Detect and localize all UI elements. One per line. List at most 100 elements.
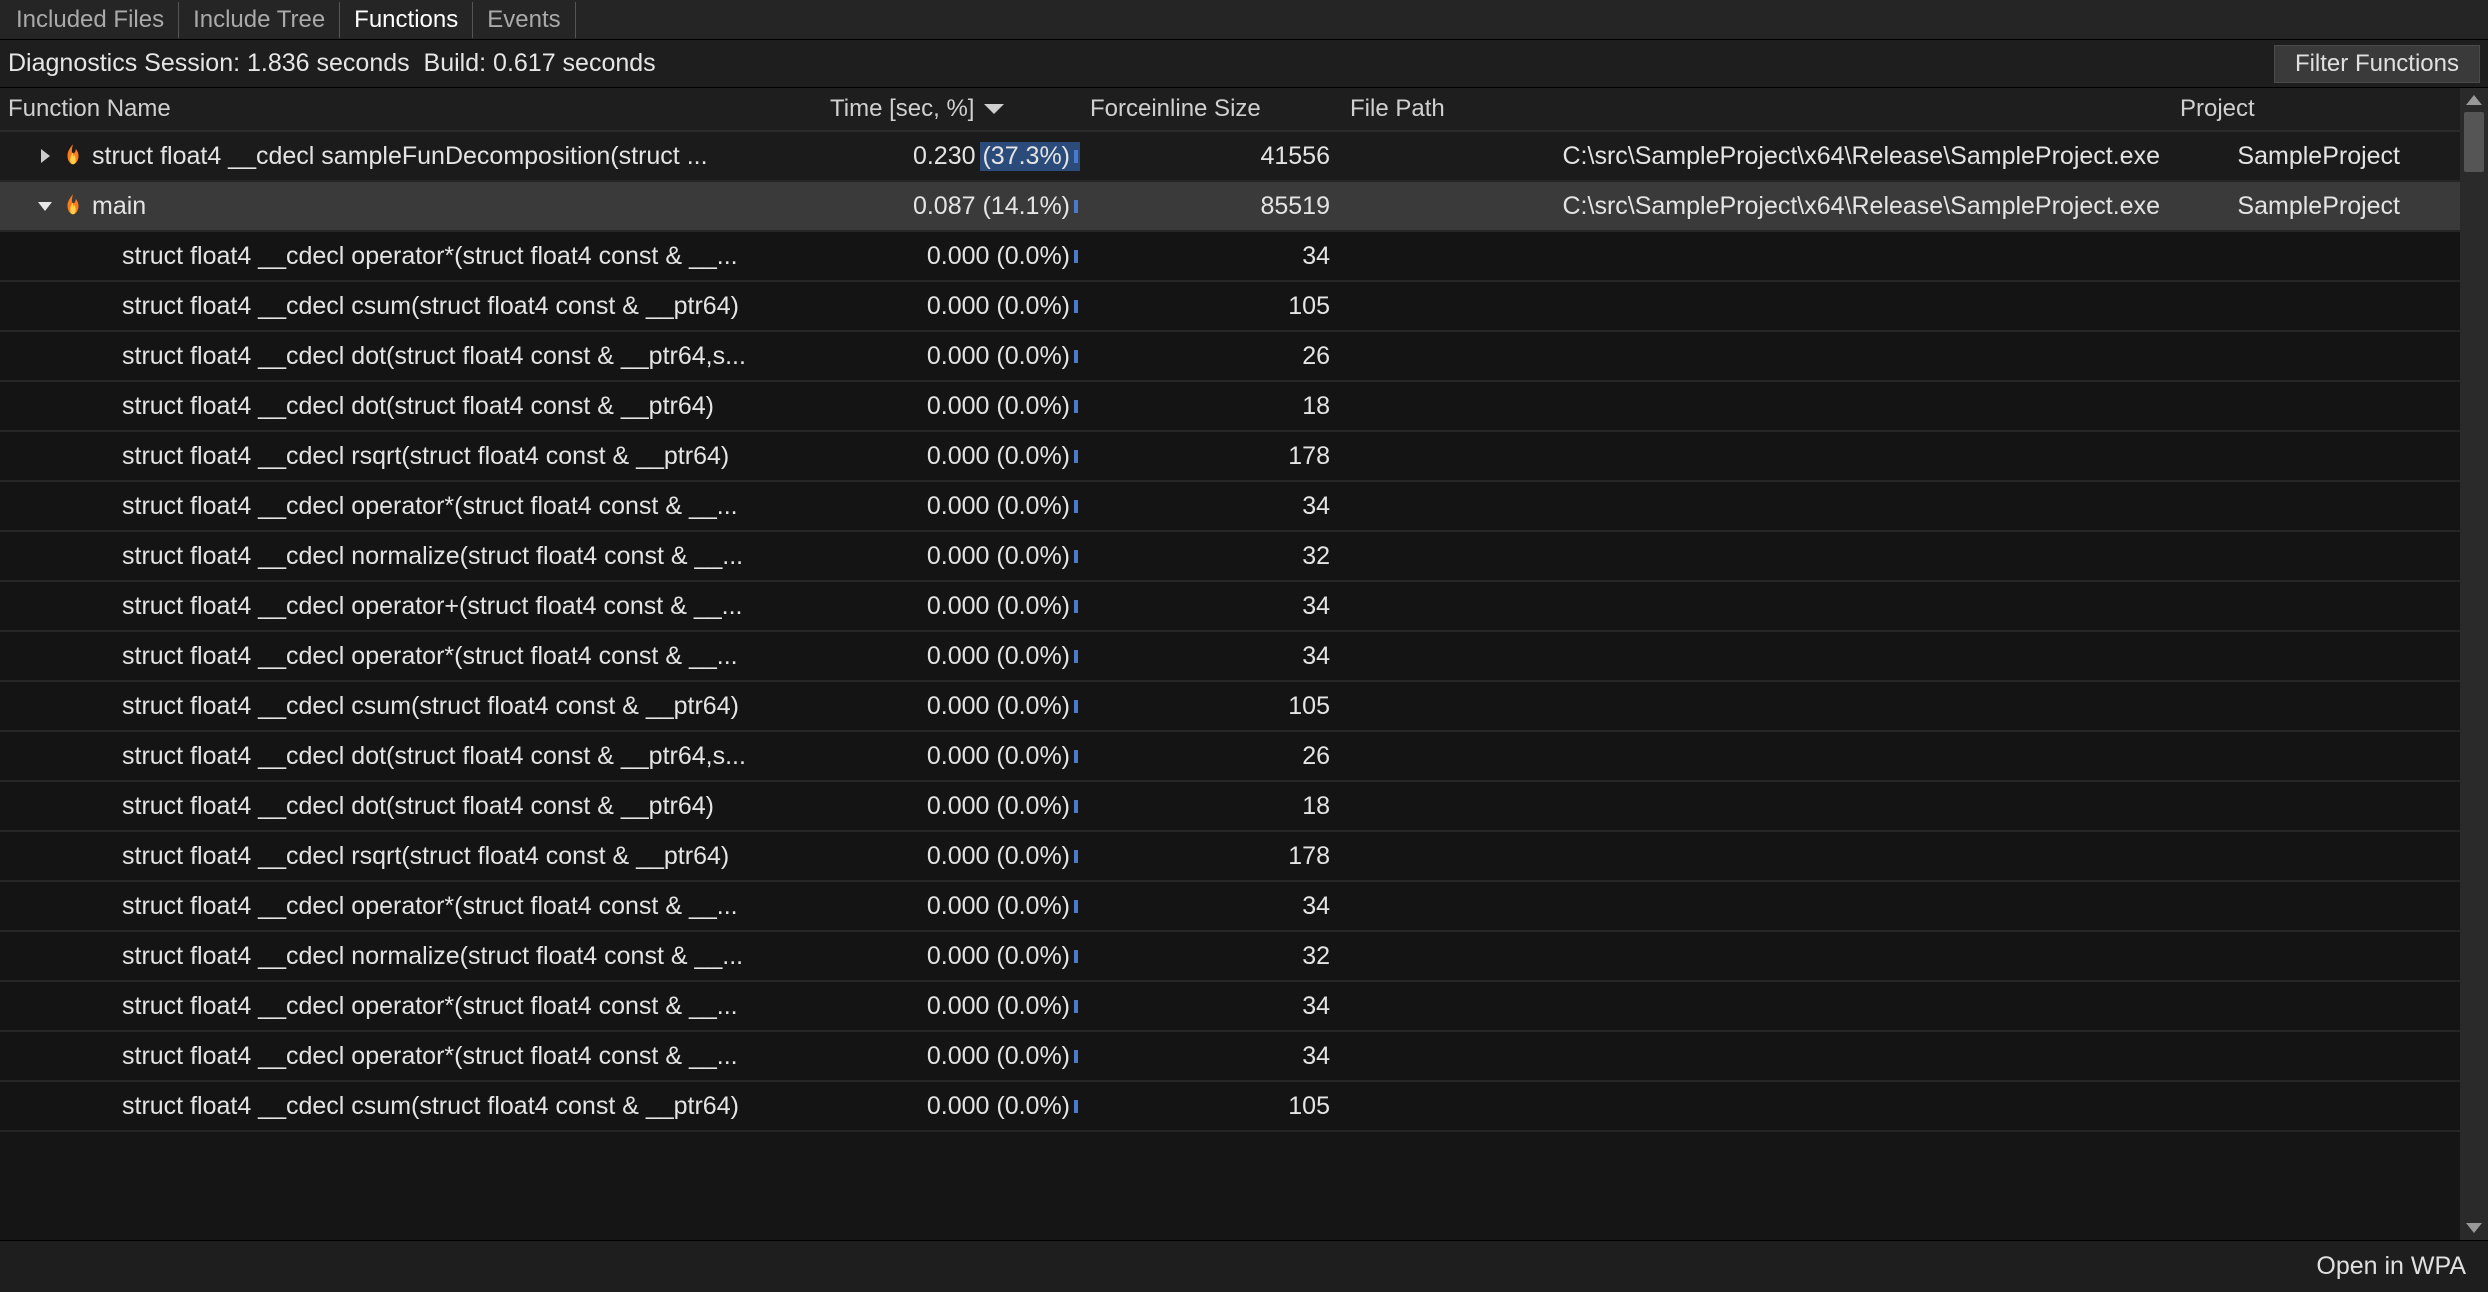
tab-functions[interactable]: Functions [340, 2, 473, 38]
time-bar-icon [1074, 400, 1078, 413]
cell-project: SampleProject [2170, 192, 2410, 221]
column-function-name[interactable]: Function Name [0, 89, 820, 129]
function-name-text: struct float4 __cdecl normalize(struct f… [122, 942, 743, 971]
table-row[interactable]: struct float4 __cdecl operator*(struct f… [0, 882, 2460, 932]
tab-include-tree[interactable]: Include Tree [179, 2, 340, 38]
table-header: Function Name Time [sec, %] Forceinline … [0, 88, 2460, 132]
scroll-up-button[interactable] [2460, 88, 2488, 112]
cell-time: 0.230 (37.3%) [820, 142, 1080, 171]
function-name-text: struct float4 __cdecl dot(struct float4 … [122, 392, 714, 421]
cell-forceinline-size: 34 [1080, 1042, 1340, 1071]
cell-function-name: struct float4 __cdecl csum(struct float4… [0, 1092, 820, 1121]
time-bar-icon [1074, 200, 1078, 213]
hot-path-icon [62, 193, 84, 219]
table-row[interactable]: struct float4 __cdecl dot(struct float4 … [0, 732, 2460, 782]
time-bar-icon [1074, 650, 1078, 663]
time-bar-icon [1074, 550, 1078, 563]
cell-function-name: struct float4 __cdecl operator*(struct f… [0, 1042, 820, 1071]
cell-function-name: struct float4 __cdecl normalize(struct f… [0, 542, 820, 571]
time-bar-icon [1074, 350, 1078, 363]
table-row[interactable]: struct float4 __cdecl operator*(struct f… [0, 632, 2460, 682]
time-bar-icon [1074, 500, 1078, 513]
table-row[interactable]: struct float4 __cdecl rsqrt(struct float… [0, 432, 2460, 482]
cell-time: 0.000 (0.0%) [820, 442, 1080, 471]
cell-time: 0.000 (0.0%) [820, 292, 1080, 321]
cell-time: 0.000 (0.0%) [820, 892, 1080, 921]
function-name-text: main [92, 192, 146, 221]
cell-time: 0.000 (0.0%) [820, 742, 1080, 771]
cell-time: 0.000 (0.0%) [820, 542, 1080, 571]
table-row[interactable]: struct float4 __cdecl normalize(struct f… [0, 532, 2460, 582]
function-name-text: struct float4 __cdecl dot(struct float4 … [122, 342, 746, 371]
time-bar-icon [1074, 600, 1078, 613]
cell-time: 0.000 (0.0%) [820, 642, 1080, 671]
table-row[interactable]: struct float4 __cdecl operator*(struct f… [0, 982, 2460, 1032]
tab-included-files[interactable]: Included Files [2, 2, 179, 38]
cell-time: 0.000 (0.0%) [820, 392, 1080, 421]
table-row[interactable]: struct float4 __cdecl dot(struct float4 … [0, 782, 2460, 832]
expander-closed-icon[interactable] [36, 147, 54, 165]
time-bar-icon [1074, 1050, 1078, 1063]
expander-open-icon[interactable] [36, 197, 54, 215]
cell-forceinline-size: 34 [1080, 892, 1340, 921]
function-name-text: struct float4 __cdecl operator*(struct f… [122, 992, 738, 1021]
function-name-text: struct float4 __cdecl operator*(struct f… [122, 492, 738, 521]
table-row[interactable]: struct float4 __cdecl csum(struct float4… [0, 1082, 2460, 1132]
cell-time: 0.000 (0.0%) [820, 792, 1080, 821]
cell-file-path: C:\src\SampleProject\x64\Release\SampleP… [1340, 192, 2170, 221]
cell-forceinline-size: 34 [1080, 242, 1340, 271]
cell-forceinline-size: 26 [1080, 742, 1340, 771]
table-row[interactable]: struct float4 __cdecl dot(struct float4 … [0, 382, 2460, 432]
cell-forceinline-size: 85519 [1080, 192, 1340, 221]
cell-time: 0.087 (14.1%) [820, 192, 1080, 221]
column-forceinline-size[interactable]: Forceinline Size [1080, 89, 1340, 129]
time-bar-icon [1074, 700, 1078, 713]
table-row[interactable]: struct float4 __cdecl sampleFunDecomposi… [0, 132, 2460, 182]
table-row[interactable]: struct float4 __cdecl operator*(struct f… [0, 482, 2460, 532]
cell-forceinline-size: 26 [1080, 342, 1340, 371]
column-file-path[interactable]: File Path [1340, 89, 2170, 129]
vertical-scrollbar[interactable] [2460, 88, 2488, 1240]
function-name-text: struct float4 __cdecl dot(struct float4 … [122, 742, 746, 771]
filter-functions-button[interactable]: Filter Functions [2274, 45, 2480, 83]
function-name-text: struct float4 __cdecl operator*(struct f… [122, 1042, 738, 1071]
table-row[interactable]: main 0.087 (14.1%)85519C:\src\SampleProje… [0, 182, 2460, 232]
table-row[interactable]: struct float4 __cdecl operator*(struct f… [0, 1032, 2460, 1082]
function-name-text: struct float4 __cdecl operator*(struct f… [122, 892, 738, 921]
time-bar-icon [1074, 1000, 1078, 1013]
cell-forceinline-size: 32 [1080, 942, 1340, 971]
table-row[interactable]: struct float4 __cdecl csum(struct float4… [0, 682, 2460, 732]
diagnostics-bar: Diagnostics Session: 1.836 seconds Build… [0, 40, 2488, 88]
cell-function-name: struct float4 __cdecl operator*(struct f… [0, 492, 820, 521]
cell-function-name: struct float4 __cdecl normalize(struct f… [0, 942, 820, 971]
cell-forceinline-size: 34 [1080, 992, 1340, 1021]
open-in-wpa-link[interactable]: Open in WPA [2316, 1252, 2466, 1281]
table-row[interactable]: struct float4 __cdecl operator+(struct f… [0, 582, 2460, 632]
table-row[interactable]: struct float4 __cdecl csum(struct float4… [0, 282, 2460, 332]
cell-time: 0.000 (0.0%) [820, 842, 1080, 871]
column-project[interactable]: Project [2170, 89, 2410, 129]
column-time[interactable]: Time [sec, %] [820, 89, 1080, 129]
scroll-down-button[interactable] [2460, 1216, 2488, 1240]
cell-time: 0.000 (0.0%) [820, 1042, 1080, 1071]
footer-bar: Open in WPA [0, 1240, 2488, 1292]
tab-events[interactable]: Events [473, 2, 575, 38]
cell-function-name: struct float4 __cdecl csum(struct float4… [0, 292, 820, 321]
tab-bar: Included FilesInclude TreeFunctionsEvent… [0, 0, 2488, 40]
table-row[interactable]: struct float4 __cdecl dot(struct float4 … [0, 332, 2460, 382]
scroll-track[interactable] [2460, 112, 2488, 1216]
cell-forceinline-size: 18 [1080, 392, 1340, 421]
cell-time: 0.000 (0.0%) [820, 492, 1080, 521]
cell-function-name: struct float4 __cdecl operator*(struct f… [0, 642, 820, 671]
cell-time: 0.000 (0.0%) [820, 592, 1080, 621]
table-row[interactable]: struct float4 __cdecl normalize(struct f… [0, 932, 2460, 982]
cell-time: 0.000 (0.0%) [820, 342, 1080, 371]
sort-descending-icon [984, 104, 1004, 114]
table-row[interactable]: struct float4 __cdecl rsqrt(struct float… [0, 832, 2460, 882]
cell-function-name: struct float4 __cdecl dot(struct float4 … [0, 342, 820, 371]
table-row[interactable]: struct float4 __cdecl operator*(struct f… [0, 232, 2460, 282]
time-bar-icon [1074, 250, 1078, 263]
scroll-thumb[interactable] [2464, 112, 2484, 172]
time-bar-icon [1074, 150, 1078, 163]
session-value: 1.836 seconds [247, 49, 410, 78]
